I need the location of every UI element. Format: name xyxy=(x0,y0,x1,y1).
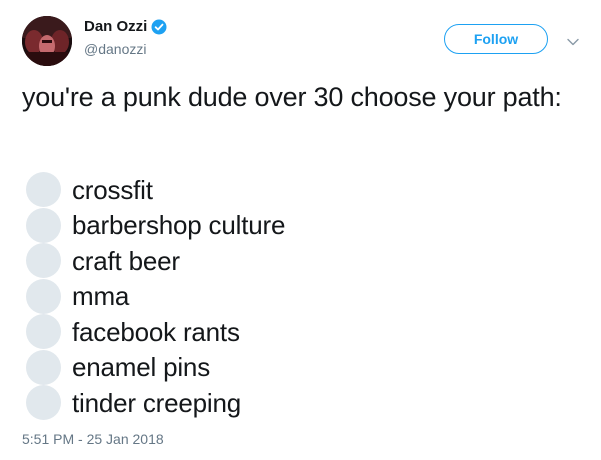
poll-option[interactable]: enamel pins xyxy=(22,349,582,386)
follow-button[interactable]: Follow xyxy=(444,24,548,54)
poll-option[interactable]: facebook rants xyxy=(22,314,582,350)
tweet-card: Dan Ozzi @danozzi Follow you're a punk d… xyxy=(0,0,601,460)
poll-option-label: craft beer xyxy=(72,245,180,276)
user-handle[interactable]: @danozzi xyxy=(84,40,146,58)
radio-circle-icon[interactable] xyxy=(26,385,61,421)
radio-circle-icon[interactable] xyxy=(26,314,61,350)
poll-option-label: barbershop culture xyxy=(72,210,286,241)
verified-badge-icon xyxy=(151,19,167,35)
radio-circle-icon[interactable] xyxy=(26,278,61,314)
tweet-text: you're a punk dude over 30 choose your p… xyxy=(22,82,562,112)
poll-option[interactable]: barbershop culture xyxy=(22,207,582,244)
poll-option[interactable]: tinder creeping xyxy=(22,385,582,421)
radio-circle-icon[interactable] xyxy=(26,172,61,208)
radio-circle-icon[interactable] xyxy=(26,349,61,385)
poll-option-label: crossfit xyxy=(72,174,153,205)
poll-option[interactable]: craft beer xyxy=(22,243,582,279)
poll-option-label: mma xyxy=(72,281,130,312)
radio-circle-icon[interactable] xyxy=(26,207,61,243)
poll-option-label: enamel pins xyxy=(72,352,210,383)
name-row: Dan Ozzi xyxy=(84,18,167,36)
chevron-down-icon[interactable] xyxy=(566,34,580,46)
display-name[interactable]: Dan Ozzi xyxy=(84,18,147,36)
profile-photo-icon xyxy=(22,16,72,66)
tweet-timestamp[interactable]: 5:51 PM - 25 Jan 2018 xyxy=(22,430,164,448)
poll-option-label: facebook rants xyxy=(72,316,240,347)
poll-option-label: tinder creeping xyxy=(72,387,241,418)
radio-circle-icon[interactable] xyxy=(26,243,61,279)
poll-option[interactable]: crossfit xyxy=(22,172,582,208)
poll-options: crossfit barbershop culture craft beer m… xyxy=(22,172,582,421)
poll-option[interactable]: mma xyxy=(22,278,582,315)
avatar[interactable] xyxy=(22,16,72,66)
